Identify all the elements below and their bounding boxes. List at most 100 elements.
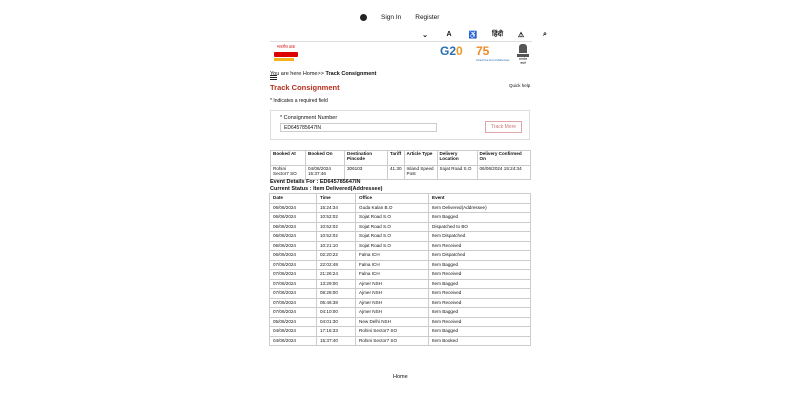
event-cell: Item Received [428,269,531,280]
logo-text: भारतीय डाक [276,44,296,49]
event-cell: Item Received [428,288,531,299]
table-row: 07/06/2024 22:02:48 Falna ICH Item Bagged [269,259,531,270]
table-row: 07/06/2024 08:28:00 Ajmer NSH Item Received [269,288,531,299]
event-cell: 07/06/2024 [269,297,317,308]
summary-header: Tariff [387,150,405,166]
event-cell: 06/06/2024 [269,202,317,213]
breadcrumb-prefix[interactable]: You are here Home>> [270,71,324,77]
events-header-row: Date Time Office Event [269,193,531,204]
table-row: 04/06/2024 15:37:40 Rohini Sector7 SO Item … [269,335,531,346]
event-cell: 05:46:38 [316,297,356,308]
event-cell: Item Received [428,316,531,327]
event-cell: Item Bagged [428,307,531,318]
page-title: Track Consignment [270,83,340,92]
events-header: Date [269,193,317,204]
azadi-number: 75 [476,44,490,58]
table-row: 06/06/2024 15:24:34 Guda Kalan B.O Item Del… [269,202,531,213]
event-details-heading: Event Details For : ED645785647IN [270,179,361,185]
summary-header: Booked On [305,150,345,166]
table-row: 06/06/2024 10:21:10 Sojat Road S.O Item Rec… [269,240,531,251]
required-note: * Indicates a required field [270,98,328,104]
summary-cell: 306103 [344,165,388,180]
event-cell: 13:29:00 [316,278,356,289]
azadi-caption: Azadi Ka Amrit Mahotsav [476,58,510,62]
event-cell: 15:37:40 [316,335,356,346]
event-cell: Ajmer NSH [355,297,429,308]
event-cell: 06/06/2024 [269,212,317,223]
event-cell: Ajmer NSH [355,288,429,299]
event-cell: 07/06/2024 [269,259,317,270]
india-post-logo[interactable]: भारतीय डाक [274,44,298,64]
event-cell: Item Bagged [428,259,531,270]
event-cell: 05/06/2024 [269,316,317,327]
event-cell: Sojat Road S.O [355,212,429,223]
event-cell: 22:02:48 [316,259,356,270]
event-cell: Sojat Road S.O [355,240,429,251]
event-cell: 07/06/2024 [269,307,317,318]
consignment-form: * Consignment Number ED645785647IN Track… [270,110,530,140]
table-row: 07/06/2024 13:29:00 Ajmer NSH Item Bagged [269,278,531,289]
table-row: 05/06/2024 04:01:30 New Delhi NSH Item Rece… [269,316,531,327]
consignment-input[interactable]: ED645785647IN [280,123,437,132]
hamburger-menu-icon[interactable] [270,75,277,82]
text-size-icon[interactable]: A [444,31,454,38]
event-cell: 04:01:30 [316,316,356,327]
event-cell: Sojat Road S.O [355,231,429,242]
azadi-logo: 75 Azadi Ka Amrit Mahotsav [476,44,510,62]
search-icon[interactable]: ⌕ [540,31,550,39]
event-cell: Falna ICH [355,269,429,280]
events-table: Date Time Office Event 06/06/2024 15:24:3… [269,193,531,346]
event-cell: Item Bagged [428,326,531,337]
event-cell: 10:21:10 [316,240,356,251]
event-cell: 07/06/2024 [269,269,317,280]
emblem-head [519,44,527,53]
event-cell: Rohini Sector7 SO [355,335,429,346]
booking-summary-table: Booked At Booked On Destination Pincode … [270,150,531,180]
summary-header: Delivery Location [436,150,478,166]
breadcrumb-current: Track Consignment [325,71,377,77]
summary-cell: Rohini Sector7 SO [270,165,306,180]
table-row: 06/06/2024 02:20:22 Falna ICH Item Dispatch… [269,250,531,261]
events-header: Time [316,193,356,204]
event-cell: Item Dispatched [428,231,531,242]
summary-header: Booked At [270,150,306,166]
sign-in-link[interactable]: Sign In [381,14,401,21]
language-toggle[interactable]: हिंदी [492,30,503,39]
summary-cell: 41.30 [387,165,405,180]
event-cell: Ajmer NSH [355,278,429,289]
event-cell: Item Bagged [428,278,531,289]
event-cell: 17:16:33 [316,326,356,337]
accessibility-icon[interactable]: ♿ [468,31,478,39]
footer-home-link[interactable]: Home [393,374,408,380]
table-row: 06/06/2024 10:52:02 Sojat Road S.O Item Dis… [269,231,531,242]
summary-header: Destination Pincode [344,150,388,166]
current-status: Current Status : Item Delivered(Addresse… [270,186,383,192]
summary-header-row: Booked At Booked On Destination Pincode … [270,150,531,166]
event-cell: 06/06/2024 [269,250,317,261]
quick-help-link[interactable]: Quick help [509,83,530,88]
event-cell: Item Delivered(Addressee) [428,202,531,213]
logo-yellow-bar [274,58,294,61]
event-cell: Item Received [428,240,531,251]
logo-red-bar [274,52,298,57]
summary-cell: Inland Speed Post [403,165,438,180]
summary-header: Article Type [403,150,438,166]
g20-letters: G2 [440,44,457,58]
chevron-down-icon[interactable]: ⌄ [420,31,430,39]
user-icon[interactable] [360,14,367,21]
g20-logo: G20 [440,44,463,58]
summary-cell: 06/06/2024 15:24:34 [476,165,531,180]
sitemap-icon[interactable]: ⚠ [516,31,526,39]
event-cell: Falna ICH [355,250,429,261]
register-link[interactable]: Register [415,14,439,21]
event-cell: 10:52:02 [316,212,356,223]
events-header: Event [428,193,531,204]
event-cell: Guda Kalan B.O [355,202,429,213]
summary-cell: Sojat Road S.O [436,165,478,180]
events-header: Office [355,193,429,204]
event-cell: 06/06/2024 [269,221,317,232]
table-row: 06/06/2024 10:52:02 Sojat Road S.O Dispatch… [269,221,531,232]
track-more-button[interactable]: Track More [485,121,522,133]
top-bar: Sign In Register [360,14,439,21]
summary-header: Delivery Confirmed On [476,150,531,166]
